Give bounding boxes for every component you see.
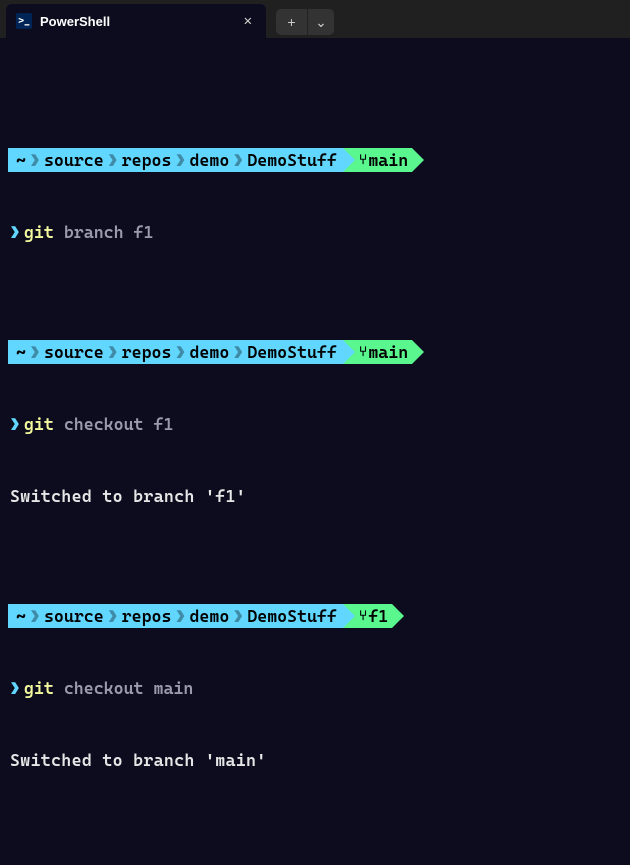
tab-powershell[interactable]: >_ PowerShell ✕: [6, 4, 266, 38]
titlebar: >_ PowerShell ✕ + ⌄: [0, 0, 630, 38]
close-icon[interactable]: ✕: [238, 11, 258, 31]
command-line: ❯git branch f1: [8, 220, 630, 244]
terminal-window: >_ PowerShell ✕ + ⌄ ~❯source❯repos❯demo❯…: [0, 0, 630, 865]
output-line: Switched to branch 'main': [8, 748, 630, 772]
command-line: ❯git checkout f1: [8, 412, 630, 436]
tab-controls: + ⌄: [276, 6, 334, 38]
prompt-line: ~❯source❯repos❯demo❯DemoStuff⑂main: [8, 148, 630, 172]
powershell-icon: >_: [16, 13, 32, 29]
prompt-line: ~❯source❯repos❯demo❯DemoStuff⑂main: [8, 340, 630, 364]
new-tab-button[interactable]: +: [276, 9, 308, 35]
prompt-line: ~❯source❯repos❯demo❯DemoStuff⑂f1: [8, 604, 630, 628]
tab-title: PowerShell: [40, 14, 238, 29]
output-line: Switched to branch 'f1': [8, 484, 630, 508]
command-line: ❯git checkout main: [8, 676, 630, 700]
tab-dropdown-button[interactable]: ⌄: [308, 9, 334, 35]
terminal-body[interactable]: ~❯source❯repos❯demo❯DemoStuff⑂main ❯git …: [0, 38, 630, 865]
branch-icon: ⑂: [359, 148, 368, 172]
